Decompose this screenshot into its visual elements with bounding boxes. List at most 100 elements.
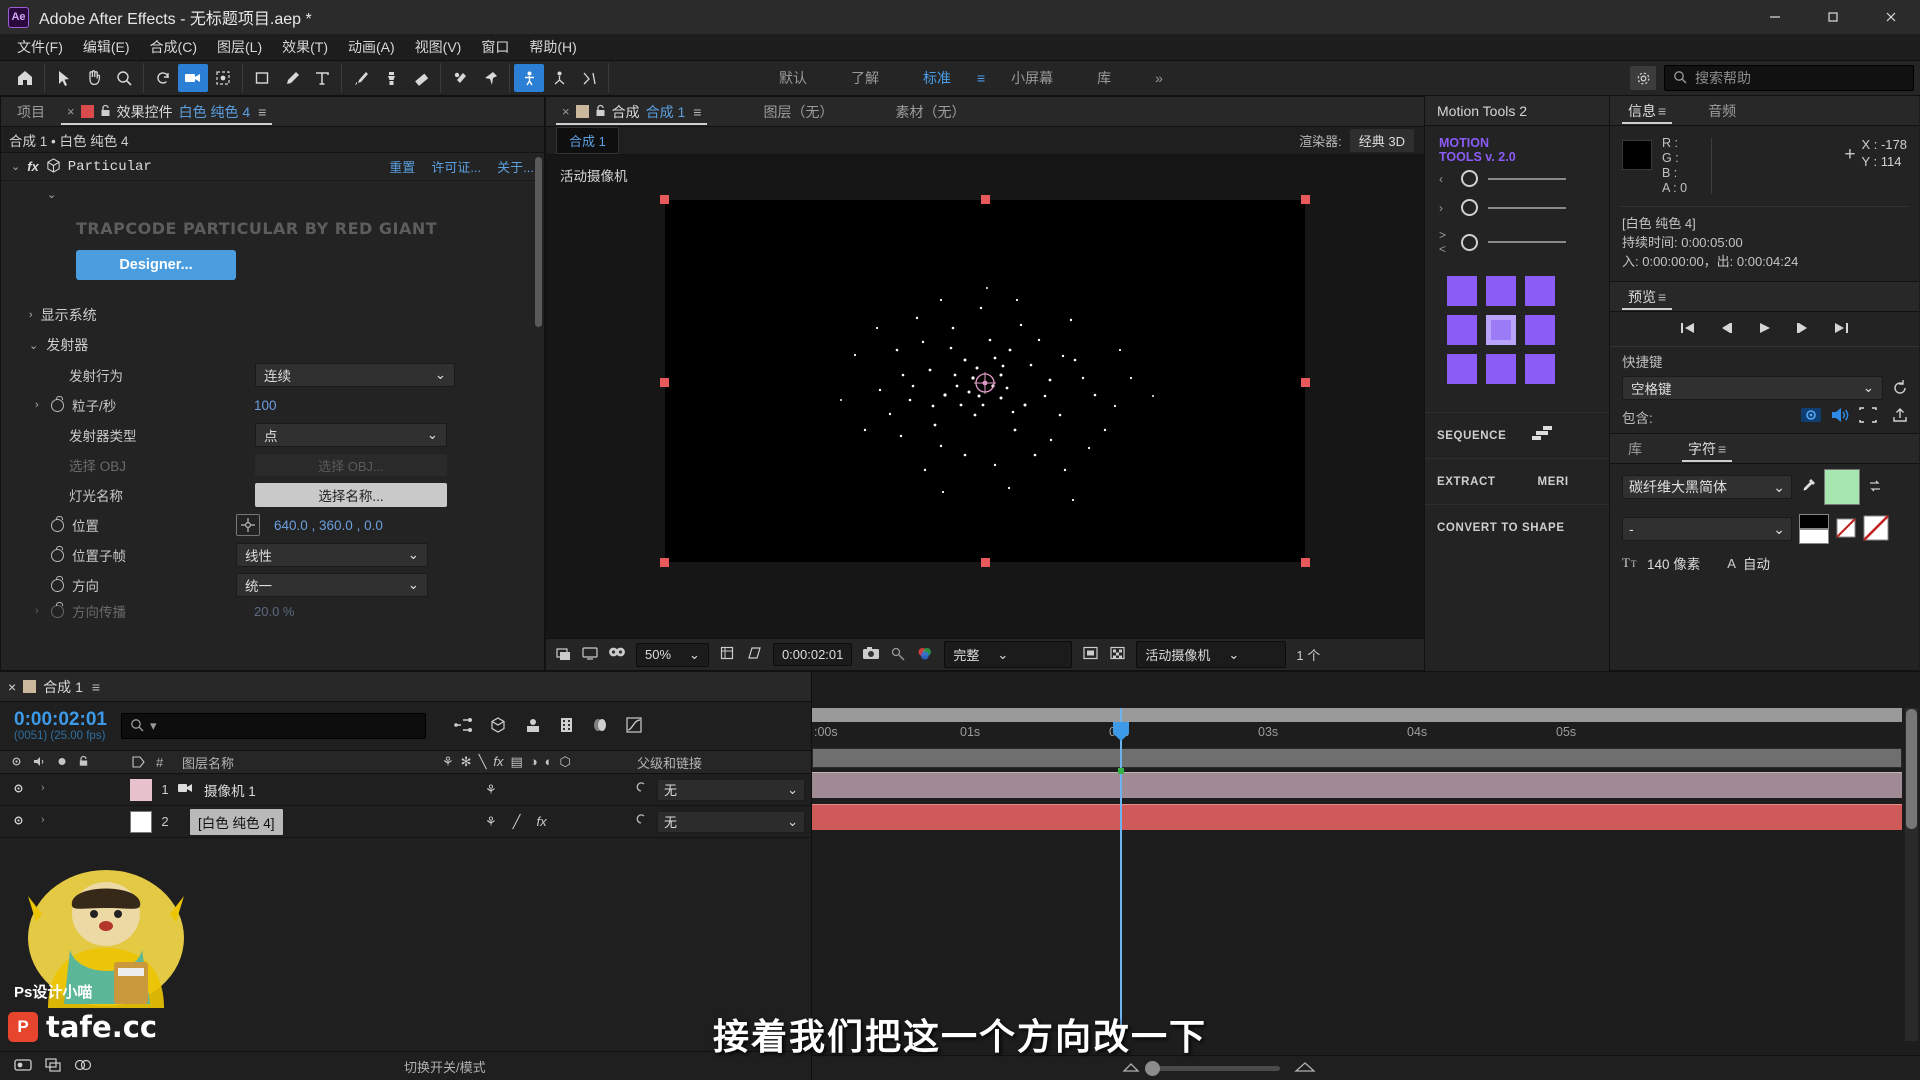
selection-handle[interactable]: [660, 195, 669, 204]
views-count-label[interactable]: 1 个: [1296, 645, 1320, 664]
selection-handle[interactable]: [660, 378, 669, 387]
workspace-overflow-icon[interactable]: »: [1133, 65, 1185, 91]
search-help-input[interactable]: 搜索帮助: [1664, 65, 1914, 91]
quality-icon[interactable]: ╱: [513, 814, 521, 830]
no-fill-icon[interactable]: [1836, 517, 1856, 541]
designer-button[interactable]: Designer...: [76, 250, 236, 280]
duration-bar[interactable]: [812, 748, 1902, 768]
layer-label-color[interactable]: [130, 810, 152, 833]
selection-handle[interactable]: [1301, 195, 1310, 204]
menu-window[interactable]: 窗口: [472, 34, 518, 60]
workspace-settings-icon[interactable]: [1630, 66, 1656, 90]
prop-value-particles-per-sec[interactable]: 100: [254, 398, 277, 413]
close-button[interactable]: [1862, 0, 1920, 34]
unified-camera-icon[interactable]: [514, 64, 544, 92]
hand-tool-icon[interactable]: [79, 64, 109, 92]
chevron-down-icon[interactable]: ⌄: [29, 339, 38, 352]
chevron-right-icon[interactable]: ›: [35, 605, 51, 617]
reset-link[interactable]: 重置: [389, 157, 415, 176]
shortcut-select[interactable]: 空格键 ⌄: [1622, 376, 1883, 400]
menu-file[interactable]: 文件(F): [8, 34, 72, 60]
text-tool-icon[interactable]: [307, 64, 337, 92]
layer-search-input[interactable]: ▾: [120, 713, 426, 739]
menu-composition[interactable]: 合成(C): [141, 34, 206, 60]
hide-shy-layers-icon[interactable]: [524, 716, 542, 737]
section-emitter[interactable]: ⌄ 发射器: [1, 330, 544, 360]
view-select[interactable]: 活动摄像机 ⌄: [1136, 641, 1287, 668]
timeline-vertical-scrollbar[interactable]: [1905, 708, 1918, 1041]
chevron-right-icon[interactable]: ›: [29, 309, 33, 321]
selection-handle[interactable]: [1301, 558, 1310, 567]
anchor-cell-bottom-right[interactable]: [1525, 354, 1555, 384]
anchor-cell-mid-right[interactable]: [1525, 315, 1555, 345]
chevron-down-icon[interactable]: ⌄: [11, 160, 20, 173]
eraser-tool-icon[interactable]: [406, 64, 436, 92]
menu-effect[interactable]: 效果(T): [273, 34, 337, 60]
tab-composition[interactable]: × 合成 合成 1 ≡: [552, 97, 711, 127]
zoom-level-select[interactable]: 50% ⌄: [636, 642, 709, 667]
workspace-tab-small-screen[interactable]: 小屏幕: [989, 63, 1075, 93]
composition-breadcrumb-chip[interactable]: 合成 1: [556, 127, 619, 154]
rotation-tool-icon[interactable]: [148, 64, 178, 92]
anchor-cell-center[interactable]: [1486, 315, 1516, 345]
composition-mini-flowchart-icon[interactable]: [454, 716, 473, 737]
include-video-icon[interactable]: [1800, 406, 1822, 427]
tab-preview[interactable]: 预览 ≡: [1618, 282, 1676, 312]
stopwatch-icon[interactable]: [51, 545, 64, 562]
resolution-icon[interactable]: [719, 645, 736, 664]
slider-knob[interactable]: [1461, 199, 1478, 216]
monitor-icon[interactable]: [582, 646, 598, 664]
anchor-cell-mid-left[interactable]: [1447, 315, 1477, 345]
convert-to-shape-button[interactable]: CONVERT TO SHAPE: [1425, 504, 1609, 550]
viewer-timecode[interactable]: 0:00:02:01: [772, 643, 853, 666]
close-icon[interactable]: ×: [562, 104, 570, 119]
lock-icon[interactable]: [595, 104, 606, 120]
layer-switches[interactable]: ⚘ ╱ fx: [479, 814, 625, 830]
playhead-line[interactable]: [1120, 708, 1122, 1037]
puppet-pin-tool-icon[interactable]: [475, 64, 505, 92]
effect-controls-scrollbar[interactable]: [535, 157, 542, 327]
workspace-menu-icon[interactable]: ≡: [973, 70, 989, 86]
font-style-select[interactable]: - ⌄: [1622, 517, 1792, 541]
toggle-mask-icon[interactable]: [1082, 645, 1099, 664]
layer-switches[interactable]: ⚘: [479, 782, 625, 798]
slider-track[interactable]: [1488, 177, 1566, 180]
slider-track[interactable]: [1488, 206, 1566, 209]
parent-pickwhip-icon[interactable]: [633, 780, 649, 799]
tab-audio[interactable]: 音频: [1698, 96, 1746, 126]
extract-button[interactable]: EXTRACT: [1437, 476, 1496, 488]
first-frame-icon[interactable]: [1679, 321, 1696, 338]
prop-value-direction-spread[interactable]: 20.0 %: [254, 604, 294, 619]
chevron-right-icon[interactable]: ›: [35, 399, 51, 411]
motion-tools-slider-right[interactable]: ›: [1425, 193, 1609, 222]
snapshot-camera-icon[interactable]: [862, 646, 880, 664]
menu-view[interactable]: 视图(V): [406, 34, 471, 60]
prop-control-emitter-type[interactable]: 点 ⌄: [255, 423, 447, 447]
selection-arrow-icon[interactable]: [49, 64, 79, 92]
tab-footage[interactable]: 素材（无）: [885, 97, 975, 127]
eyedropper-icon[interactable]: [1799, 477, 1817, 498]
zoom-in-icon[interactable]: [1294, 1061, 1316, 1076]
panel-menu-icon[interactable]: ≡: [92, 679, 100, 695]
last-frame-icon[interactable]: [1833, 321, 1850, 338]
rectangle-tool-icon[interactable]: [247, 64, 277, 92]
section-display-system[interactable]: › 显示系统: [1, 300, 544, 330]
position-picker-icon[interactable]: [236, 514, 260, 536]
zoom-out-icon[interactable]: [1122, 1061, 1140, 1076]
prop-value-position[interactable]: 640.0 , 360.0 , 0.0: [274, 518, 383, 533]
tab-libraries[interactable]: 库: [1618, 434, 1652, 464]
anchor-cell-bottom-left[interactable]: [1447, 354, 1477, 384]
renderer-value[interactable]: 经典 3D: [1349, 129, 1414, 152]
region-of-interest-icon[interactable]: [746, 645, 763, 664]
layer-label-color[interactable]: [130, 778, 152, 801]
channel-rgb-icon[interactable]: [916, 646, 934, 664]
menu-edit[interactable]: 编辑(E): [74, 34, 139, 60]
layer-clip-solid[interactable]: [812, 804, 1902, 830]
white-swatch[interactable]: [1799, 529, 1829, 544]
maximize-button[interactable]: [1804, 0, 1862, 34]
work-area-bar[interactable]: [812, 708, 1902, 722]
parent-pickwhip-icon[interactable]: [633, 812, 649, 831]
current-timecode[interactable]: 0:00:02:01: [14, 710, 107, 730]
fill-color-swatch[interactable]: [1824, 469, 1860, 505]
black-swatch[interactable]: [1799, 514, 1829, 529]
